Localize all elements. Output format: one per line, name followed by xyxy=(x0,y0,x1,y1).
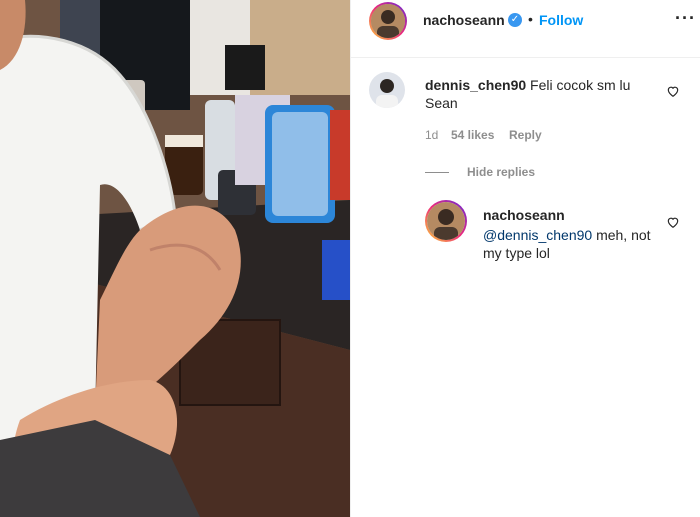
comment-username[interactable]: dennis_chen90 xyxy=(425,77,526,93)
reply-avatar-photo-icon xyxy=(427,202,465,240)
header-separator: • xyxy=(528,11,533,27)
post-image xyxy=(0,0,350,517)
reply-author-avatar[interactable] xyxy=(425,200,467,242)
like-comment-icon[interactable] xyxy=(666,84,680,98)
reply-mention[interactable]: @dennis_chen90 xyxy=(483,227,592,243)
verified-badge-icon: ✓ xyxy=(508,13,522,27)
reply-body: @dennis_chen90 meh, not my type lol xyxy=(483,226,653,262)
follow-button[interactable]: Follow xyxy=(539,12,583,28)
more-options-icon[interactable]: ··· xyxy=(675,8,696,29)
post-author-username[interactable]: nachoseann xyxy=(423,12,505,28)
post-header: nachoseann ✓ • Follow ··· xyxy=(351,0,700,58)
like-reply-icon[interactable] xyxy=(666,215,680,229)
commenter-avatar[interactable] xyxy=(369,72,405,108)
replies-divider xyxy=(425,172,449,173)
comment-likes[interactable]: 54 likes xyxy=(451,128,494,142)
comment-time[interactable]: 1d xyxy=(425,128,438,142)
reply-username: nachoseann xyxy=(483,207,565,223)
hide-replies-button[interactable]: Hide replies xyxy=(467,165,535,179)
reply-button[interactable]: Reply xyxy=(509,128,542,142)
comment-body: dennis_chen90 Feli cocok sm lu Sean xyxy=(425,76,655,112)
comments-panel: nachoseann ✓ • Follow ··· dennis_chen90 … xyxy=(350,0,700,517)
post-media[interactable] xyxy=(0,0,350,517)
commenter-photo-icon xyxy=(369,72,405,108)
author-avatar[interactable] xyxy=(369,2,407,40)
avatar-photo-icon xyxy=(371,4,405,38)
